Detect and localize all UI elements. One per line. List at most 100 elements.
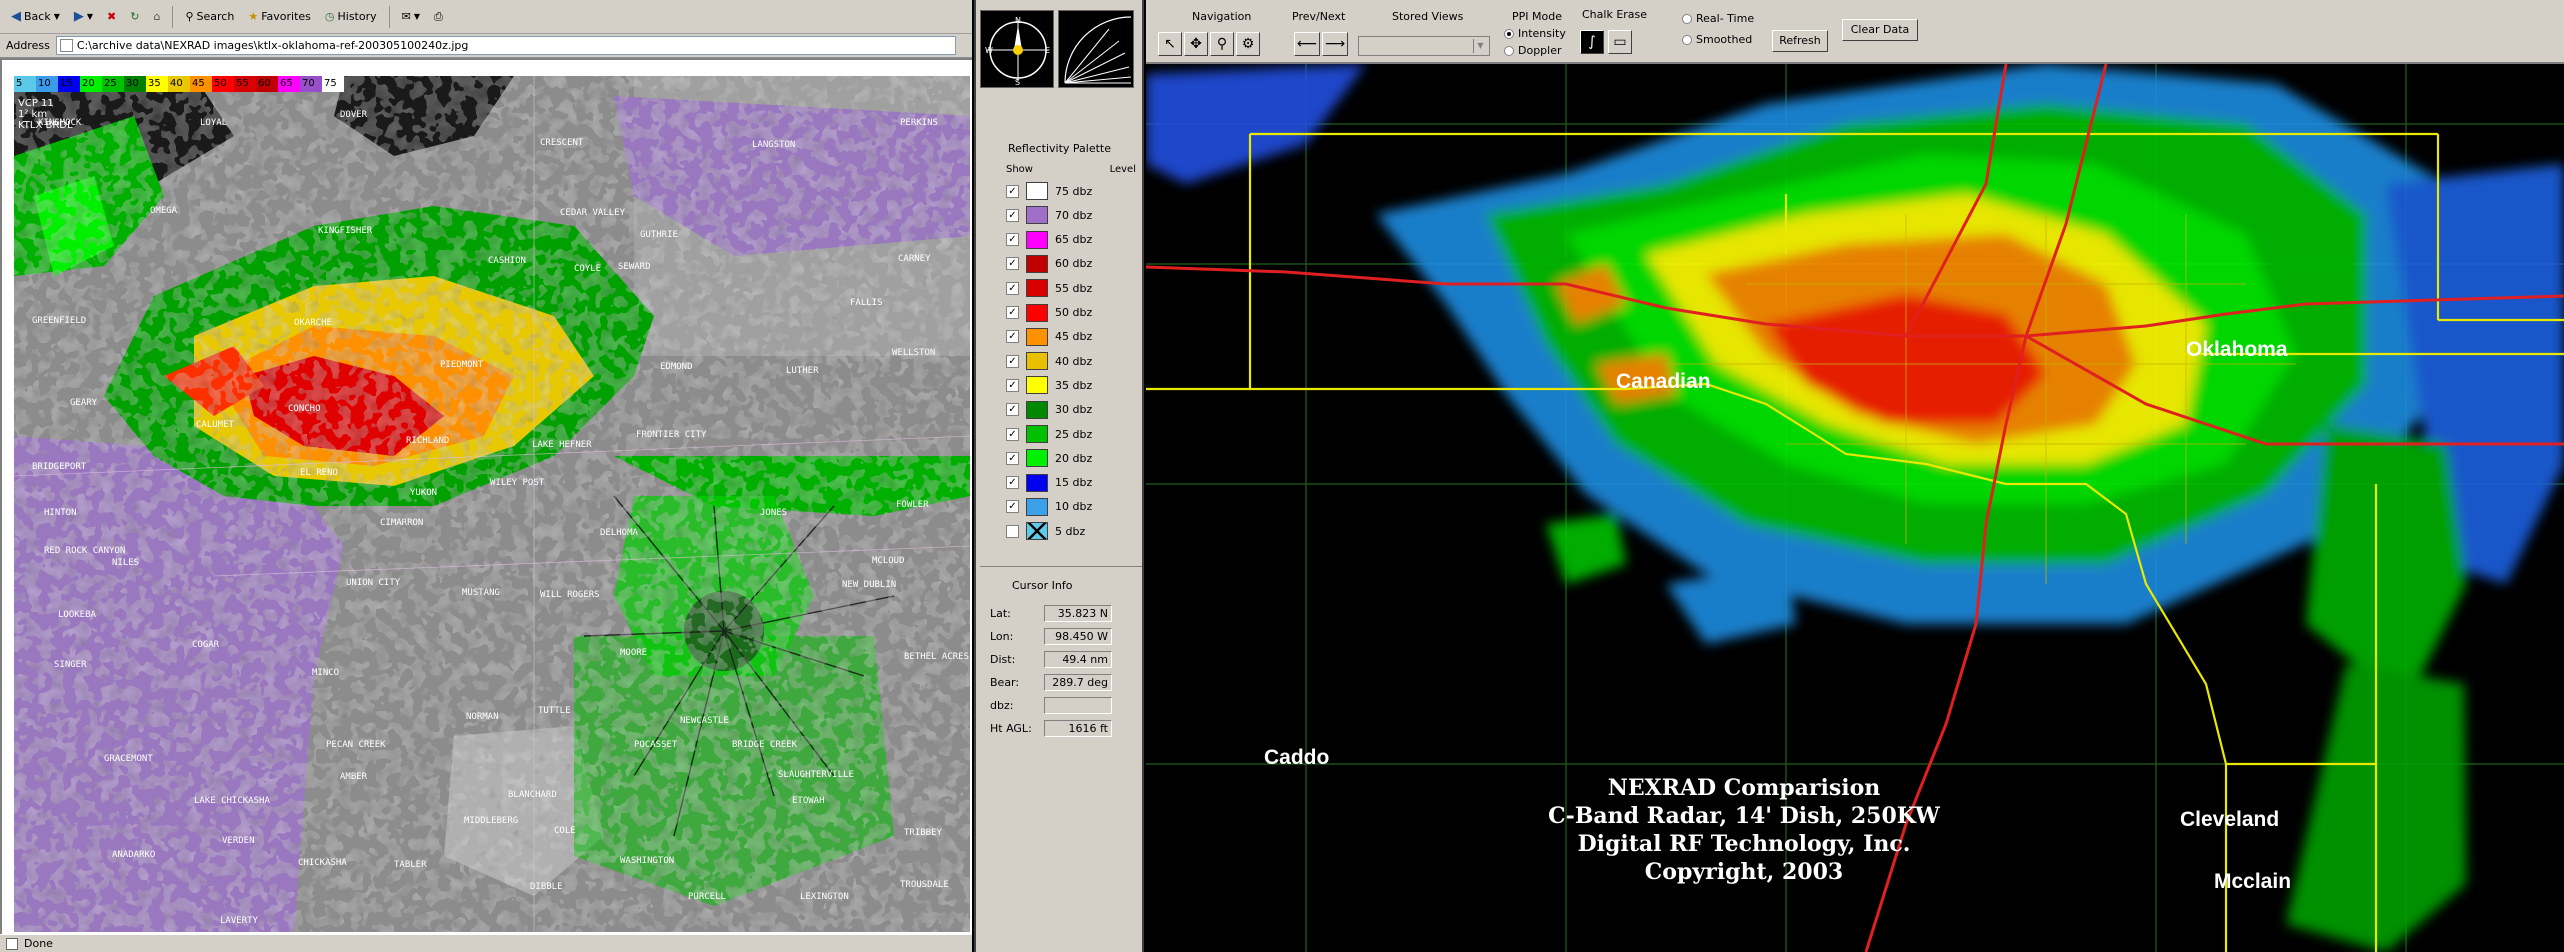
palette-row: ✓ 15 dbz [1006, 472, 1136, 494]
search-icon: ⚲ [185, 10, 194, 23]
town-label: BLANCHARD [508, 790, 557, 800]
refresh-button[interactable]: Refresh [1772, 30, 1828, 52]
county-label: Cleveland [2180, 808, 2280, 831]
color-swatch[interactable] [1026, 182, 1048, 200]
cursor-field-value: 49.4 nm [1044, 650, 1112, 668]
town-label: RICHLAND [406, 436, 450, 446]
color-swatch[interactable] [1026, 230, 1048, 249]
color-swatch[interactable] [1026, 425, 1048, 443]
sweep-svg [1064, 16, 1132, 84]
address-bar: Address C:\archive data\NEXRAD images\kt… [0, 34, 972, 58]
pointer-tool-button[interactable]: ↖ [1158, 32, 1182, 56]
next-button[interactable]: ⟶ [1322, 32, 1348, 56]
town-label: KINGFISHER [318, 226, 373, 236]
dbz-scale-cell: 70 [300, 76, 322, 92]
home-button[interactable]: ⌂ [148, 8, 165, 25]
stop-button[interactable]: ✖ [102, 8, 121, 25]
color-swatch[interactable] [1026, 279, 1048, 298]
forward-button[interactable]: ▶ ▼ [69, 7, 98, 26]
smoothed-radio[interactable]: Smoothed [1682, 33, 1752, 46]
town-label: COGAR [192, 640, 220, 650]
color-swatch[interactable] [1026, 449, 1048, 468]
level-label: 65 dbz [1055, 233, 1093, 247]
show-checkbox[interactable]: ✓ [1006, 476, 1019, 490]
print-button[interactable]: ⎙ [429, 8, 448, 26]
town-label: TUTTLE [538, 706, 571, 716]
erase-button[interactable]: ▭ [1608, 30, 1632, 54]
chevron-down-icon: ▼ [86, 12, 94, 21]
color-swatch[interactable] [1026, 352, 1048, 371]
town-label: BETHEL ACRES [904, 652, 970, 662]
color-swatch[interactable] [1026, 303, 1048, 322]
town-label: BRIDGE CREEK [732, 740, 798, 750]
level-label: 45 dbz [1055, 330, 1093, 344]
ppi-mode-group-title: PPI Mode [1512, 10, 1562, 23]
color-swatch[interactable] [1026, 522, 1048, 541]
palette-row: ✓ 50 dbz [1006, 302, 1136, 324]
show-checkbox[interactable]: ✓ [1006, 427, 1019, 441]
nexrad-radar-image [14, 76, 970, 932]
dbz-scale-cell: 65 [278, 76, 300, 92]
cursor-field-value: 289.7 deg [1044, 673, 1112, 691]
show-checkbox[interactable]: ✓ [1006, 330, 1019, 344]
town-label: DELHOMA [600, 528, 638, 538]
town-label: FRONTIER CITY [636, 430, 707, 440]
show-checkbox[interactable]: ✓ [1006, 257, 1019, 271]
browser-toolbar: ◀ Back ▼ ▶ ▼ ✖ ↻ ⌂ ⚲ Search ★ Favorites ◷ Hist… [0, 0, 972, 34]
color-swatch[interactable] [1026, 497, 1048, 516]
color-swatch[interactable] [1026, 206, 1048, 225]
palette-header: Show Level [1006, 164, 1136, 175]
color-swatch[interactable] [1026, 327, 1048, 346]
zoom-tool-button[interactable]: ⚲ [1210, 32, 1234, 56]
show-checkbox[interactable]: ✓ [1006, 500, 1019, 514]
show-checkbox[interactable]: ✓ [1006, 451, 1019, 465]
color-swatch[interactable] [1026, 376, 1048, 395]
chalk-button[interactable]: ∫ [1580, 30, 1604, 54]
cursor-info-row: Bear: 289.7 deg [990, 672, 1140, 692]
show-column-header: Show [1006, 164, 1033, 175]
show-checkbox[interactable]: ✓ [1006, 378, 1019, 392]
town-label: LOOKEBA [58, 610, 96, 620]
town-label: VERDEN [222, 836, 255, 846]
show-checkbox[interactable] [1006, 524, 1019, 538]
intensity-radio[interactable]: Intensity [1504, 27, 1566, 40]
chevron-down-icon: ▼ [1473, 39, 1487, 53]
history-button[interactable]: ◷ History [320, 8, 382, 25]
show-checkbox[interactable]: ✓ [1006, 281, 1019, 295]
address-input[interactable]: C:\archive data\NEXRAD images\ktlx-oklah… [55, 36, 956, 55]
doppler-radio[interactable]: Doppler [1504, 44, 1562, 57]
favorites-button[interactable]: ★ Favorites [243, 8, 316, 25]
real-time-radio[interactable]: Real- Time [1682, 12, 1754, 25]
show-checkbox[interactable]: ✓ [1006, 208, 1019, 222]
color-swatch[interactable] [1026, 473, 1048, 492]
show-checkbox[interactable]: ✓ [1006, 306, 1019, 319]
show-checkbox[interactable]: ✓ [1006, 184, 1019, 198]
level-label: 60 dbz [1055, 257, 1093, 271]
clear-data-button[interactable]: Clear Data [1842, 19, 1918, 41]
town-label: MCLOUD [872, 556, 905, 566]
show-checkbox[interactable]: ✓ [1006, 403, 1019, 417]
back-button[interactable]: ◀ Back ▼ [6, 7, 65, 26]
color-swatch[interactable] [1026, 400, 1048, 419]
town-label: WASHINGTON [620, 856, 675, 866]
town-label: UNION CITY [346, 578, 401, 588]
chalk-erase-group-title: Chalk Erase [1582, 8, 1648, 21]
cursor-info-title: Cursor Info [1012, 579, 1073, 592]
show-checkbox[interactable]: ✓ [1006, 233, 1019, 247]
radio-unselected-icon [1682, 13, 1692, 24]
search-button[interactable]: ⚲ Search [180, 8, 239, 25]
refresh-button[interactable]: ↻ [125, 8, 144, 25]
color-swatch[interactable] [1026, 254, 1048, 273]
town-label: DOVER [340, 110, 368, 120]
prev-next-group-title: Prev/Next [1292, 10, 1346, 23]
stored-views-select[interactable]: ▼ [1358, 36, 1490, 56]
mail-button[interactable]: ✉ ▼ [397, 8, 425, 25]
prev-button[interactable]: ⟵ [1294, 32, 1320, 56]
chevron-down-icon: ▼ [413, 12, 421, 21]
radar-map-view[interactable]: Canadian Oklahoma Caddo Cleveland Mcclain NE… [1146, 64, 2564, 952]
elevation-sweep-indicator[interactable] [1058, 10, 1134, 88]
compass-rose[interactable]: N S W E [980, 10, 1054, 88]
pan-tool-button[interactable]: ✥ [1184, 32, 1208, 56]
globe-tool-button[interactable]: ⚙ [1236, 32, 1260, 56]
show-checkbox[interactable]: ✓ [1006, 354, 1019, 368]
